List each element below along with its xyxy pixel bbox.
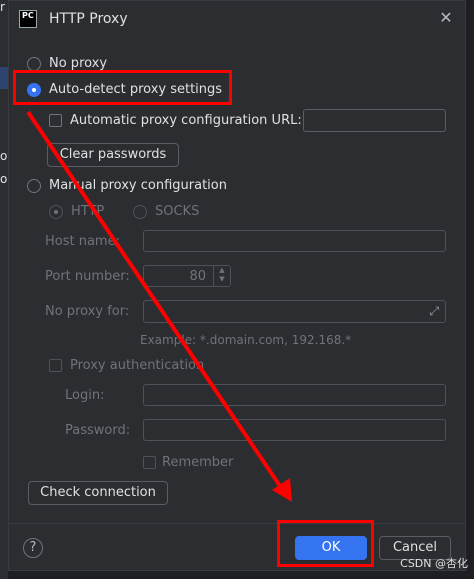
annotation-arrow: [26, 110, 292, 502]
watermark: CSDN @杏化: [400, 557, 468, 570]
annotation-arrow-line: [26, 110, 286, 494]
